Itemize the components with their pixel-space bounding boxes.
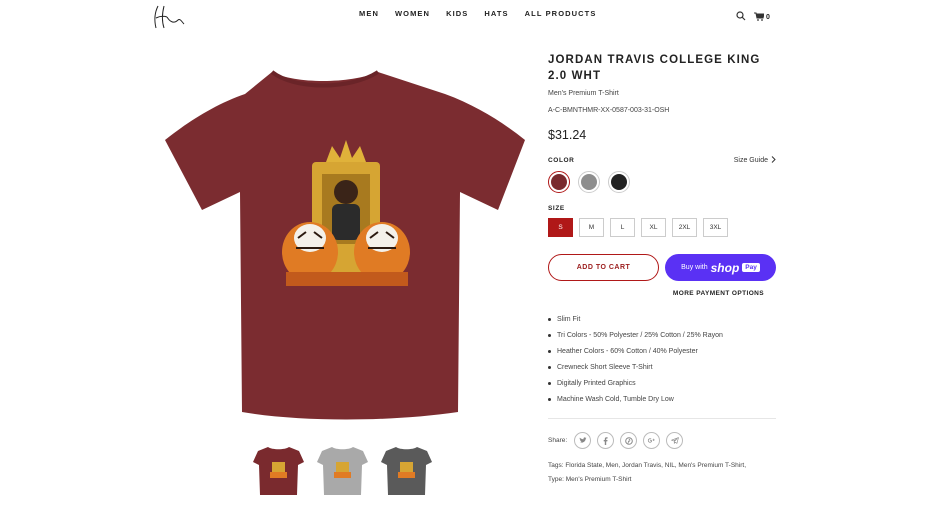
size-xl-button[interactable]: XL <box>641 218 666 237</box>
feature-item: Slim Fit <box>548 311 776 327</box>
more-payment-options-link[interactable]: MORE PAYMENT OPTIONS <box>548 290 764 297</box>
share-row: Share: <box>548 432 776 449</box>
size-guide-link[interactable]: Size Guide <box>734 156 776 165</box>
type-line[interactable]: Type: Men's Premium T-Shirt <box>548 473 776 487</box>
nav-women[interactable]: WOMEN <box>395 9 430 18</box>
size-guide-label: Size Guide <box>733 157 768 164</box>
share-label: Share: <box>548 437 568 444</box>
product-title: JORDAN TRAVIS COLLEGE KING 2.0 WHT <box>548 54 761 82</box>
shoppay-shop: shop <box>710 260 740 275</box>
product-info: JORDAN TRAVIS COLLEGE KING 2.0 WHT Men's… <box>548 52 776 487</box>
size-2xl-button[interactable]: 2XL <box>672 218 697 237</box>
feature-item: Machine Wash Cold, Tumble Dry Low <box>548 391 776 407</box>
size-l-button[interactable]: L <box>610 218 635 237</box>
telegram-icon[interactable] <box>666 432 684 449</box>
tags-section: Tags: Florida State, Men, Jordan Travis,… <box>548 459 776 487</box>
shoppay-buy-with: Buy with <box>681 264 708 271</box>
chevron-right-icon <box>771 156 776 165</box>
feature-item: Crewneck Short Sleeve T-Shirt <box>548 359 776 375</box>
feature-item: Heather Colors - 60% Cotton / 40% Polyes… <box>548 343 776 359</box>
thumbnail-charcoal[interactable] <box>380 444 433 497</box>
size-3xl-button[interactable]: 3XL <box>703 218 728 237</box>
thumbnail-strip <box>252 444 433 497</box>
cart-count: 0 <box>766 13 770 21</box>
size-s-button[interactable]: S <box>548 218 573 237</box>
thumbnail-maroon[interactable] <box>252 444 305 497</box>
purchase-buttons: ADD TO CART Buy with shop Pay <box>548 254 776 281</box>
feature-item: Tri Colors - 50% Polyester / 25% Cotton … <box>548 327 776 343</box>
shoppay-pay: Pay <box>742 263 760 272</box>
signature-logo[interactable] <box>150 2 196 32</box>
product-subtitle: Men's Premium T-Shirt <box>548 90 619 97</box>
size-options: S M L XL 2XL 3XL <box>548 218 776 237</box>
nav-kids[interactable]: KIDS <box>446 9 468 18</box>
cart-button[interactable]: 0 <box>754 8 770 26</box>
color-label: COLOR <box>548 157 575 164</box>
nav-men[interactable]: MEN <box>359 9 379 18</box>
product-main-image[interactable] <box>160 62 530 422</box>
add-to-cart-button[interactable]: ADD TO CART <box>548 254 659 281</box>
tags-line[interactable]: Tags: Florida State, Men, Jordan Travis,… <box>548 459 776 473</box>
pinterest-icon[interactable] <box>620 432 638 449</box>
color-header: COLOR Size Guide <box>548 156 776 165</box>
product-sku: A-C-BMNTHMR-XX-0587-003-31-OSH <box>548 107 670 114</box>
search-icon[interactable] <box>736 8 746 26</box>
color-swatch-maroon[interactable] <box>548 171 570 193</box>
color-swatches <box>548 171 776 193</box>
size-m-button[interactable]: M <box>579 218 604 237</box>
color-swatch-black[interactable] <box>608 171 630 193</box>
color-swatch-gray[interactable] <box>578 171 600 193</box>
header-icons: 0 <box>736 8 770 26</box>
thumbnail-heather-gray[interactable] <box>316 444 369 497</box>
twitter-icon[interactable] <box>574 432 592 449</box>
product-price: $31.24 <box>548 128 587 142</box>
google-plus-icon[interactable] <box>643 432 661 449</box>
shop-pay-button[interactable]: Buy with shop Pay <box>665 254 776 281</box>
cart-icon <box>754 8 765 26</box>
feature-list: Slim Fit Tri Colors - 50% Polyester / 25… <box>548 311 776 407</box>
size-label: SIZE <box>548 205 565 212</box>
divider <box>548 418 776 419</box>
nav-hats[interactable]: HATS <box>484 9 508 18</box>
main-nav: MEN WOMEN KIDS HATS ALL PRODUCTS <box>359 9 596 18</box>
facebook-icon[interactable] <box>597 432 615 449</box>
feature-item: Digitally Printed Graphics <box>548 375 776 391</box>
nav-all-products[interactable]: ALL PRODUCTS <box>525 9 597 18</box>
